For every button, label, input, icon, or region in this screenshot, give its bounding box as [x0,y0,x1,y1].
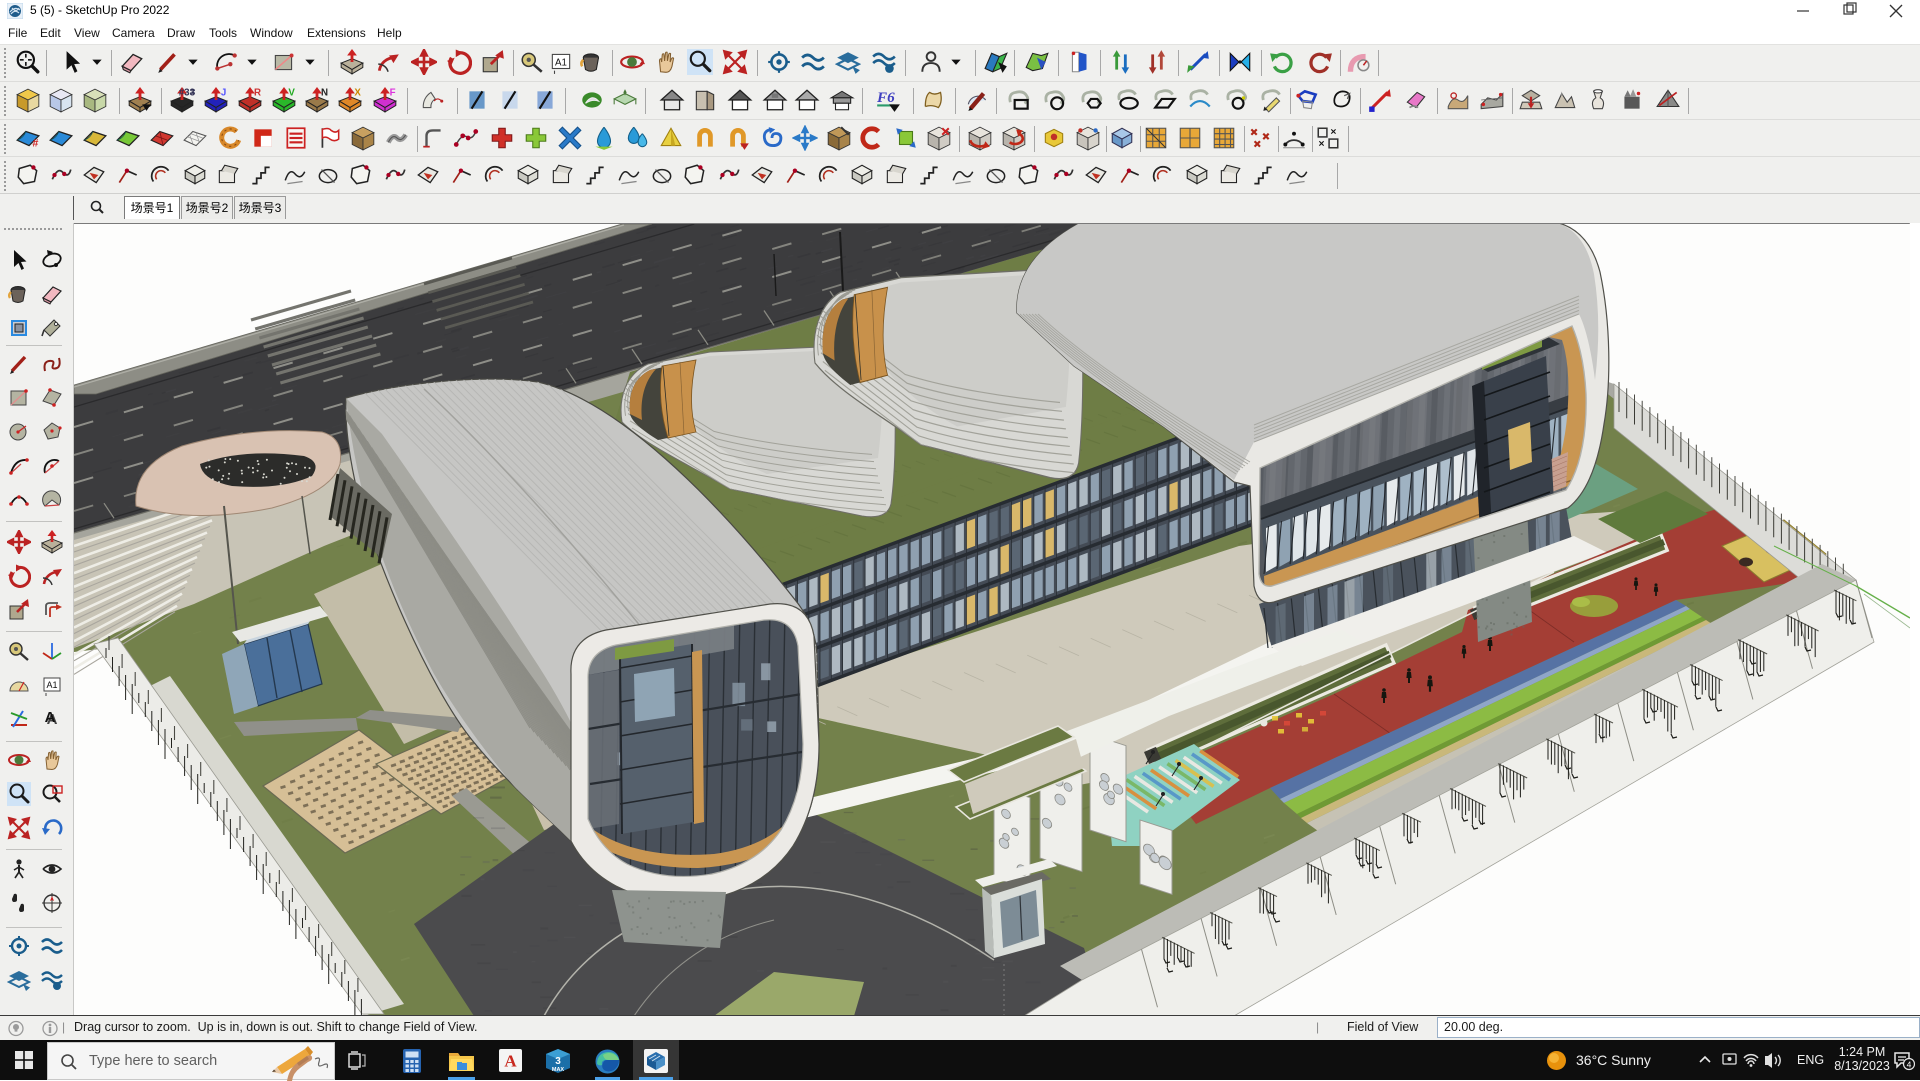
svg-text:F: F [390,88,396,99]
svg-text:4: 4 [1907,1060,1912,1070]
svg-text:A1: A1 [46,680,57,690]
svg-text:#: # [32,138,38,150]
svg-text:=: = [190,87,195,99]
svg-text:N: N [321,88,328,99]
svg-text:R: R [254,88,261,99]
svg-text:J: J [221,88,226,99]
svg-text:A1: A1 [555,57,567,68]
svg-text:F6: F6 [876,89,895,106]
svg-text:X: X [354,88,361,99]
svg-text:V: V [288,88,295,99]
svg-text:A: A [45,709,56,726]
svg-text:A: A [504,1052,517,1071]
svg-text:3: 3 [555,1056,561,1067]
svg-text:MAX: MAX [552,1067,565,1073]
